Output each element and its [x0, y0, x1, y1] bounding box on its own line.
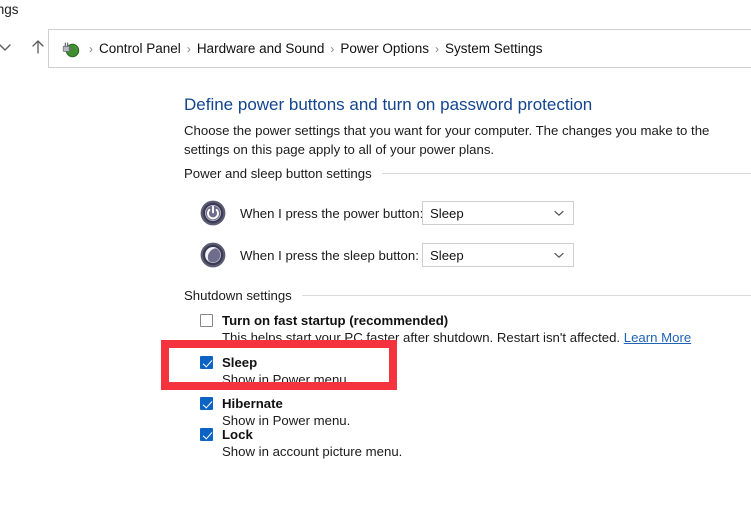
fast-startup-checkbox[interactable]	[200, 314, 213, 327]
checkbox-item-hibernate: Hibernate Show in Power menu.	[200, 396, 350, 428]
breadcrumb-separator-3: ›	[434, 41, 439, 56]
breadcrumb-separator-2: ›	[330, 41, 335, 56]
section-divider	[381, 173, 751, 174]
power-button-action-value: Sleep	[430, 205, 464, 221]
power-button-icon	[200, 200, 226, 226]
breadcrumb-hardware-and-sound[interactable]: Hardware and Sound	[197, 41, 325, 56]
sleep-moon-icon	[200, 242, 226, 268]
address-bar[interactable]: › Control Panel › Hardware and Sound › P…	[48, 29, 751, 68]
breadcrumb-separator-1: ›	[186, 41, 191, 56]
checkbox-row[interactable]: Sleep	[200, 355, 350, 370]
section-power-buttons: Power and sleep button settings	[184, 166, 751, 181]
checkbox-item-sleep: Sleep Show in Power menu.	[200, 355, 350, 387]
navigation-bar: › Control Panel › Hardware and Sound › P…	[0, 28, 751, 68]
section-shutdown-settings: Shutdown settings	[184, 288, 751, 303]
sleep-label: Sleep	[222, 355, 258, 370]
system-settings-window: tings	[0, 0, 751, 518]
checkbox-row[interactable]: Lock	[200, 427, 402, 442]
section-divider	[301, 295, 751, 296]
sleep-button-setting-label: When I press the sleep button:	[240, 247, 419, 263]
section-power-buttons-label: Power and sleep button settings	[184, 166, 372, 181]
sleep-button-action-dropdown[interactable]: Sleep	[422, 243, 574, 267]
checkbox-item-fast-startup: Turn on fast startup (recommended) This …	[200, 313, 691, 345]
power-plug-icon	[60, 39, 80, 59]
hibernate-description: Show in Power menu.	[222, 413, 351, 428]
page-description: Choose the power settings that you want …	[184, 123, 710, 157]
content-area: Define power buttons and turn on passwor…	[0, 68, 751, 518]
breadcrumb-system-settings[interactable]: System Settings	[445, 41, 543, 56]
lock-label: Lock	[222, 427, 253, 442]
hibernate-label: Hibernate	[222, 396, 283, 411]
sleep-button-setting-row: When I press the sleep button: Sleep	[200, 242, 574, 268]
section-shutdown-settings-label: Shutdown settings	[184, 288, 292, 303]
sleep-checkbox[interactable]	[200, 356, 213, 369]
fast-startup-description: This helps start your PC faster after sh…	[222, 330, 691, 345]
up-arrow-icon[interactable]	[28, 37, 48, 57]
power-button-setting-row: When I press the power button: Sleep	[200, 200, 574, 226]
checkbox-row[interactable]: Hibernate	[200, 396, 350, 411]
chevron-down-icon[interactable]	[0, 38, 14, 56]
hibernate-checkbox[interactable]	[200, 397, 213, 410]
breadcrumb-power-options[interactable]: Power Options	[340, 41, 429, 56]
lock-checkbox[interactable]	[200, 428, 213, 441]
checkbox-item-lock: Lock Show in account picture menu.	[200, 427, 402, 459]
sleep-description: Show in Power menu.	[222, 372, 351, 387]
fast-startup-label: Turn on fast startup (recommended)	[222, 313, 449, 328]
lock-description: Show in account picture menu.	[222, 444, 403, 459]
chevron-down-icon	[553, 249, 565, 261]
fast-startup-description-text: This helps start your PC faster after sh…	[222, 330, 624, 345]
sleep-button-action-value: Sleep	[430, 247, 464, 263]
window-title-fragment: tings	[0, 2, 19, 17]
chevron-down-icon	[553, 207, 565, 219]
breadcrumb-separator-0: ›	[89, 41, 93, 56]
power-button-setting-label: When I press the power button:	[240, 205, 424, 221]
breadcrumb-control-panel[interactable]: Control Panel	[99, 41, 181, 56]
checkbox-row[interactable]: Turn on fast startup (recommended)	[200, 313, 691, 328]
page-title: Define power buttons and turn on passwor…	[184, 95, 593, 114]
power-button-action-dropdown[interactable]: Sleep	[422, 201, 574, 225]
learn-more-link[interactable]: Learn More	[624, 330, 691, 345]
